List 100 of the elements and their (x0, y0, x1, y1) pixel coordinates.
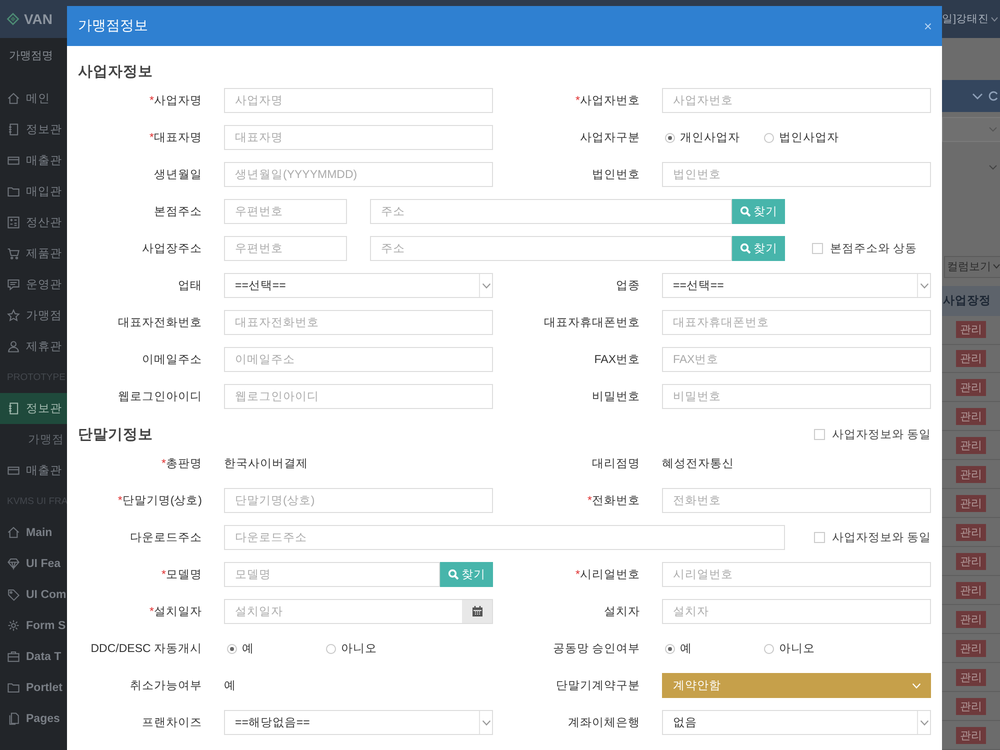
checkbox[interactable] (814, 428, 825, 440)
radio-button[interactable] (764, 132, 774, 142)
find-button[interactable]: 찾기 (732, 236, 785, 261)
chevron-down-icon[interactable] (991, 16, 998, 22)
input-field[interactable]: 생년월일(YYYYMMDD) (224, 162, 493, 187)
manage-button[interactable]: 관리 (956, 668, 986, 686)
input-field[interactable]: 다운로드주소 (224, 525, 785, 550)
manage-button[interactable]: 관리 (956, 350, 986, 367)
select-field[interactable]: ==선택== (224, 273, 493, 298)
sidebar-item[interactable]: 매출관 (0, 145, 67, 176)
radio-button[interactable] (764, 644, 774, 654)
radio-option[interactable]: 예 (662, 641, 761, 656)
sidebar-item[interactable]: 운영관 (0, 269, 67, 300)
sidebar-item[interactable]: 정보관 (0, 114, 67, 145)
postal-code-field[interactable]: 우편번호 (224, 199, 347, 224)
select-field[interactable]: ==선택== (662, 273, 931, 298)
select-field[interactable] (942, 117, 1000, 142)
input-field[interactable]: 대표자명 (224, 125, 493, 150)
sidebar-item[interactable]: 제품관 (0, 238, 67, 269)
sidebar-item[interactable]: Portlet (0, 672, 67, 703)
field-label: 본점주소 (154, 206, 202, 218)
manage-button[interactable]: 관리 (956, 640, 986, 657)
manage-button[interactable]: 관리 (956, 378, 986, 396)
manage-button[interactable]: 관리 (956, 552, 986, 570)
sidebar-search[interactable]: 가맹점명 (0, 38, 67, 75)
input-field[interactable]: FAX번호 (662, 347, 931, 372)
manage-button[interactable]: 관리 (956, 610, 986, 628)
manage-button[interactable]: 관리 (956, 466, 986, 483)
card-icon (7, 154, 20, 167)
sidebar-item[interactable]: 가맹점 (0, 300, 67, 331)
select-field[interactable]: 없음 (662, 710, 931, 735)
checkbox[interactable] (812, 243, 823, 254)
input-field[interactable]: 전화번호 (662, 488, 931, 513)
sidebar-item[interactable]: 정보관 (0, 393, 67, 424)
modal-title: 가맹점정보 (78, 17, 148, 35)
find-button[interactable]: 찾기 (440, 562, 493, 587)
input-field[interactable]: 사업자명 (224, 88, 493, 113)
field-label: 총판명 (166, 458, 202, 470)
sidebar-item[interactable]: Pages (0, 703, 67, 734)
postal-code-field[interactable]: 우편번호 (224, 236, 347, 261)
input-field[interactable]: 이메일주소 (224, 347, 493, 372)
select-field[interactable]: ==해당없음== (224, 710, 493, 735)
address-field[interactable]: 주소 (370, 236, 732, 261)
checkbox[interactable] (814, 532, 825, 543)
radio-option[interactable]: 아니오 (761, 641, 860, 656)
sidebar-item[interactable]: 정산관 (0, 207, 67, 238)
sidebar-item[interactable]: Data T (0, 641, 67, 672)
input-field[interactable]: 사업자번호 (662, 88, 931, 113)
input-field[interactable]: 웹로그인아이디 (224, 384, 493, 409)
radio-button[interactable] (326, 644, 336, 654)
sidebar-item[interactable]: 매입관 (0, 176, 67, 207)
manage-button[interactable]: 관리 (956, 494, 986, 512)
radio-button[interactable] (665, 132, 675, 142)
chevron-down-icon (989, 127, 997, 132)
input-field[interactable]: 설치자 (662, 599, 931, 624)
radio-button[interactable] (227, 644, 237, 654)
user-name[interactable]: 일]강태진 (942, 12, 989, 26)
input-field[interactable]: 시리얼번호 (662, 562, 931, 587)
manage-button[interactable]: 관리 (956, 524, 986, 541)
sidebar-item[interactable]: 가맹점 (0, 424, 67, 455)
same-as-checkbox[interactable]: 사업자정보와 동일 (814, 530, 931, 545)
same-as-checkbox[interactable]: 본점주소와 상동 (812, 241, 918, 256)
manage-button[interactable]: 관리 (956, 436, 986, 454)
radio-option[interactable]: 법인사업자 (761, 130, 860, 145)
input-field[interactable]: 대표자휴대폰번호 (662, 310, 931, 335)
manage-button[interactable]: 관리 (956, 726, 986, 744)
sidebar-item[interactable]: UI Com (0, 579, 67, 610)
manage-button[interactable]: 관리 (956, 582, 986, 599)
find-button[interactable]: 찾기 (732, 199, 785, 224)
input-field[interactable]: 법인번호 (662, 162, 931, 187)
card-icon (7, 464, 20, 477)
refresh-icon[interactable] (988, 90, 998, 102)
sidebar-item[interactable]: UI Fea (0, 548, 67, 579)
chevron-down-icon[interactable] (972, 92, 983, 100)
select-field[interactable]: 계약안함 (662, 673, 931, 698)
sidebar-item[interactable]: 매출관 (0, 455, 67, 486)
radio-option[interactable]: 아니오 (323, 641, 422, 656)
manage-button[interactable]: 관리 (956, 698, 986, 715)
close-button[interactable]: × (922, 18, 934, 34)
manage-button[interactable]: 관리 (956, 321, 986, 338)
same-as-checkbox[interactable]: 사업자정보와 동일 (814, 426, 931, 442)
radio-option[interactable]: 개인사업자 (662, 130, 761, 145)
input-field[interactable]: 모델명 (224, 562, 440, 587)
calculator-icon (7, 216, 20, 229)
input-field[interactable]: 단말기명(상호) (224, 488, 493, 513)
manage-button[interactable]: 관리 (956, 408, 986, 425)
input-field[interactable]: 비밀번호 (662, 384, 931, 409)
sidebar-item[interactable]: Main (0, 517, 67, 548)
sidebar-item[interactable]: 메인 (0, 83, 67, 114)
column-view-button[interactable]: 컬럼보기 (944, 256, 1000, 278)
address-field[interactable]: 주소 (370, 199, 732, 224)
field-label: 사업장주소 (142, 243, 202, 255)
search-icon (740, 206, 750, 217)
sidebar-item[interactable]: Form S (0, 610, 67, 641)
radio-option[interactable]: 예 (224, 641, 323, 656)
input-field[interactable]: 대표자전화번호 (224, 310, 493, 335)
notebook-icon (7, 123, 20, 136)
date-field[interactable]: 설치일자 (224, 599, 493, 624)
sidebar-item[interactable]: 제휴관 (0, 331, 67, 362)
radio-button[interactable] (665, 644, 675, 654)
